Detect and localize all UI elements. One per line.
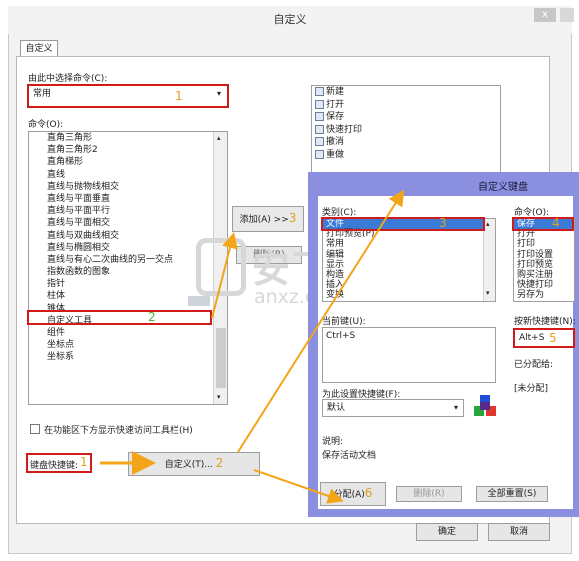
arrow-to-add bbox=[211, 232, 238, 319]
arrow-to-dialog bbox=[237, 189, 405, 453]
arrow-to-assign bbox=[253, 469, 344, 504]
annotation-arrows bbox=[100, 189, 405, 504]
